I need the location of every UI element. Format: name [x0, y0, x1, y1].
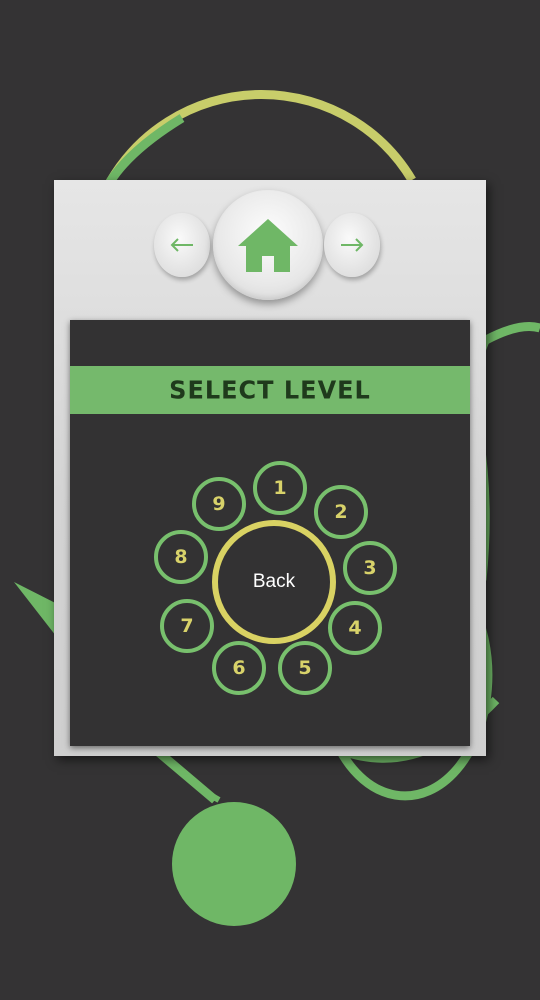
- level-4-button[interactable]: 4: [328, 601, 382, 655]
- home-button[interactable]: [213, 190, 323, 300]
- level-6-button[interactable]: 6: [212, 641, 266, 695]
- previous-button[interactable]: [154, 213, 210, 277]
- next-button[interactable]: [324, 213, 380, 277]
- back-button[interactable]: Back: [212, 520, 336, 644]
- page-title: Select Level: [169, 375, 371, 405]
- level-5-button[interactable]: 5: [278, 641, 332, 695]
- level-2-button[interactable]: 2: [314, 485, 368, 539]
- title-bar: Select Level: [70, 366, 470, 414]
- arrow-right-icon: [341, 238, 364, 252]
- level-8-button[interactable]: 8: [154, 530, 208, 584]
- arrow-left-icon: [170, 238, 193, 252]
- level-9-button[interactable]: 9: [192, 477, 246, 531]
- level-7-button[interactable]: 7: [160, 599, 214, 653]
- level-1-button[interactable]: 1: [253, 461, 307, 515]
- level-3-button[interactable]: 3: [343, 541, 397, 595]
- home-icon: [238, 219, 298, 272]
